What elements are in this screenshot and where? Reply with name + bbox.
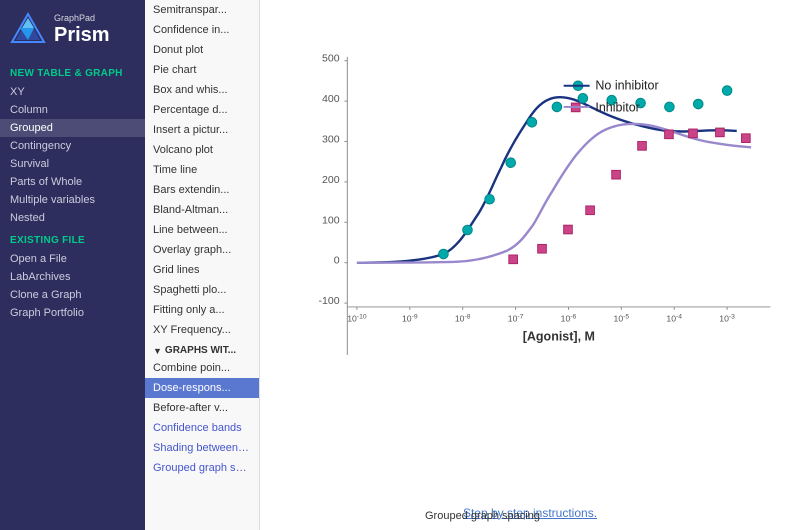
svg-text:10-3: 10-3 — [719, 313, 735, 324]
existing-file-section-title: EXISTING FILE — [0, 227, 145, 250]
chart-container: 500 400 300 200 100 0 -100 10-10 10-9 10… — [280, 20, 780, 501]
menu-item-xy-frequency[interactable]: XY Frequency... — [145, 320, 259, 340]
sidebar-item-clone-graph[interactable]: Clone a Graph — [0, 286, 145, 304]
sidebar-item-parts-of-whole[interactable]: Parts of Whole — [0, 173, 145, 191]
sidebar-item-column[interactable]: Column — [0, 101, 145, 119]
menu-item-semitranspar[interactable]: Semitranspar... — [145, 0, 259, 20]
graphs-with-label: GRAPHS WIT... — [165, 345, 236, 356]
svg-text:10-5: 10-5 — [614, 313, 630, 324]
svg-text:200: 200 — [322, 174, 340, 186]
svg-text:-100: -100 — [318, 295, 339, 307]
svg-text:10-4: 10-4 — [666, 313, 682, 324]
menu-item-bland-altman[interactable]: Bland-Altman... — [145, 200, 259, 220]
menu-panel: Semitranspar... Confidence in... Donut p… — [145, 0, 260, 530]
main-content: 500 400 300 200 100 0 -100 10-10 10-9 10… — [260, 0, 800, 530]
bottom-status-text: Grouped graph spacing — [425, 510, 540, 522]
menu-item-time-line[interactable]: Time line — [145, 160, 259, 180]
sidebar-item-open-file[interactable]: Open a File — [0, 250, 145, 268]
svg-text:[Agonist], M: [Agonist], M — [523, 330, 595, 344]
svg-text:100: 100 — [322, 214, 340, 226]
menu-item-pie-chart[interactable]: Pie chart — [145, 60, 259, 80]
svg-text:10-9: 10-9 — [402, 313, 418, 324]
sidebar-item-multiple-variables[interactable]: Multiple variables — [0, 191, 145, 209]
menu-item-before-after[interactable]: Before-after v... — [145, 398, 259, 418]
prism-label: Prism — [54, 23, 110, 47]
svg-text:10-7: 10-7 — [508, 313, 524, 324]
graphpad-label: GraphPad — [54, 13, 110, 24]
graphs-with-section: ▼ GRAPHS WIT... — [145, 340, 259, 358]
menu-item-confidence-in[interactable]: Confidence in... — [145, 20, 259, 40]
sidebar-item-survival[interactable]: Survival — [0, 155, 145, 173]
sidebar: GraphPad Prism NEW TABLE & GRAPH XY Colu… — [0, 0, 145, 530]
menu-item-grouped-spacing[interactable]: Grouped graph spacing — [145, 458, 259, 478]
sidebar-item-grouped[interactable]: Grouped — [0, 119, 145, 137]
new-table-section-title: NEW TABLE & GRAPH — [0, 60, 145, 83]
menu-item-insert-picture[interactable]: Insert a pictur... — [145, 120, 259, 140]
menu-item-bars-extending[interactable]: Bars extendin... — [145, 180, 259, 200]
menu-item-combine-points[interactable]: Combine poin... — [145, 358, 259, 378]
svg-text:10-10: 10-10 — [347, 313, 367, 324]
menu-item-spaghetti[interactable]: Spaghetti plo... — [145, 280, 259, 300]
chart-svg: 500 400 300 200 100 0 -100 10-10 10-9 10… — [280, 20, 780, 440]
menu-item-line-between[interactable]: Line between... — [145, 220, 259, 240]
svg-text:400: 400 — [322, 93, 340, 105]
menu-item-percentage[interactable]: Percentage d... — [145, 100, 259, 120]
menu-item-dose-response[interactable]: Dose-respons... — [145, 378, 259, 398]
menu-item-overlay-graph[interactable]: Overlay graph... — [145, 240, 259, 260]
svg-text:500: 500 — [322, 53, 340, 65]
logo-text: GraphPad Prism — [54, 13, 110, 48]
sidebar-item-labarchives[interactable]: LabArchives — [0, 268, 145, 286]
svg-text:Inhibitor: Inhibitor — [595, 101, 639, 115]
menu-item-donut-plot[interactable]: Donut plot — [145, 40, 259, 60]
prism-logo-icon — [10, 12, 46, 48]
menu-item-shading-between[interactable]: Shading between grid lines — [145, 438, 259, 458]
menu-item-box-whis[interactable]: Box and whis... — [145, 80, 259, 100]
sidebar-item-graph-portfolio[interactable]: Graph Portfolio — [0, 304, 145, 322]
logo-area: GraphPad Prism — [0, 0, 145, 60]
collapse-arrow-icon: ▼ — [153, 346, 162, 356]
sidebar-item-contingency[interactable]: Contingency — [0, 137, 145, 155]
sidebar-item-xy[interactable]: XY — [0, 83, 145, 101]
sidebar-item-nested[interactable]: Nested — [0, 209, 145, 227]
menu-item-grid-lines[interactable]: Grid lines — [145, 260, 259, 280]
menu-item-volcano[interactable]: Volcano plot — [145, 140, 259, 160]
menu-item-confidence-bands[interactable]: Confidence bands — [145, 418, 259, 438]
menu-item-fitting-only[interactable]: Fitting only a... — [145, 300, 259, 320]
svg-text:300: 300 — [322, 134, 340, 146]
svg-text:10-6: 10-6 — [561, 313, 577, 324]
svg-text:No inhibitor: No inhibitor — [595, 79, 658, 93]
svg-text:0: 0 — [334, 255, 340, 267]
svg-text:10-8: 10-8 — [455, 313, 471, 324]
